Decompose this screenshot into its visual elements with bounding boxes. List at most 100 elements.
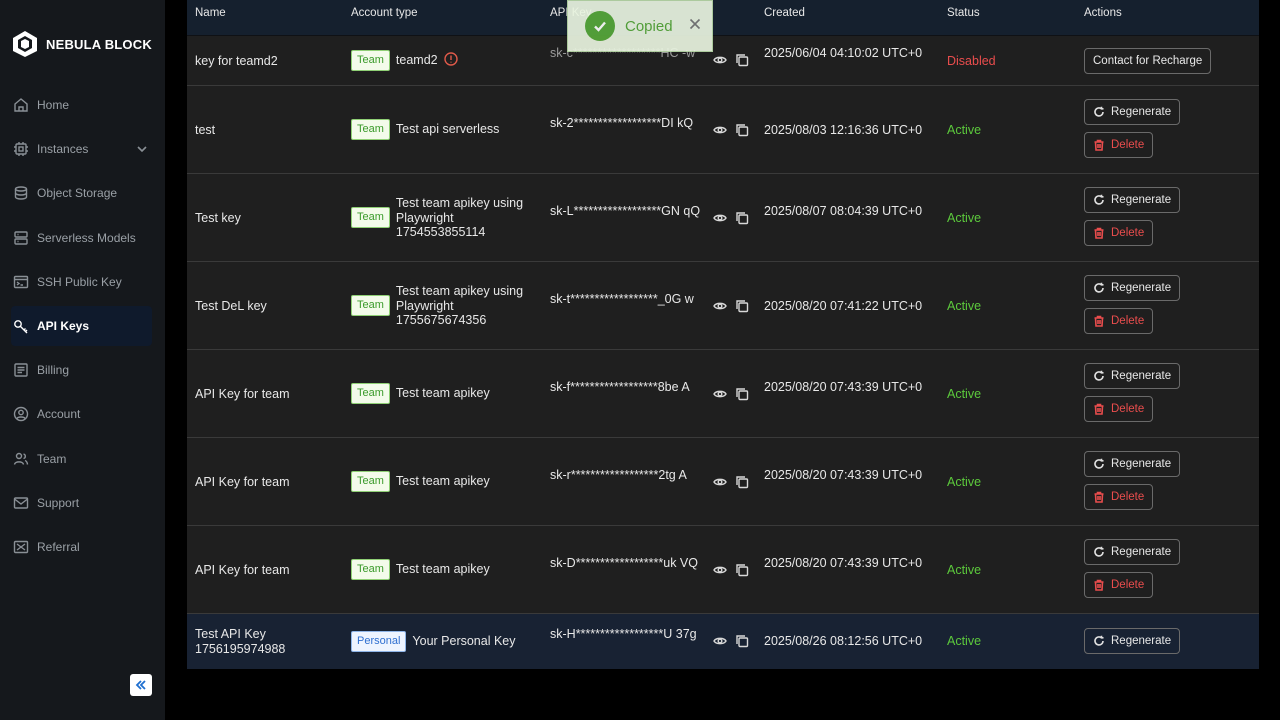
sidebar-item-account[interactable]: Account (11, 394, 152, 434)
close-icon[interactable] (689, 17, 701, 35)
status-badge: Active (947, 563, 982, 577)
delete-label: Delete (1111, 402, 1145, 415)
refresh-icon (1094, 458, 1104, 469)
table-row: test Team Test api serverless sk-2******… (187, 86, 1259, 174)
sidebar-item-label: Referral (37, 539, 80, 554)
row-actions: Regenerate Delete (1084, 451, 1181, 510)
created-date: 2025/08/07 08:04:39 UTC+0 (764, 204, 923, 218)
delete-button[interactable]: Delete (1084, 484, 1154, 510)
api-key-masked: sk-r******************2tg A (550, 468, 687, 482)
delete-button[interactable]: Delete (1084, 308, 1154, 334)
show-key-icon[interactable] (713, 53, 727, 72)
regenerate-button[interactable]: Regenerate (1084, 187, 1181, 213)
table-row: API Key for team Team Test team apikey s… (187, 526, 1259, 614)
created-date: 2025/06/04 04:10:02 UTC+0 (764, 46, 923, 60)
collapse-sidebar-button[interactable] (130, 674, 152, 696)
api-key-masked: sk-D******************uk VQ (550, 556, 698, 570)
key-icons (713, 211, 749, 230)
brand-logo[interactable]: NEBULA BLOCK (12, 30, 152, 58)
show-key-icon[interactable] (713, 387, 727, 406)
delete-button[interactable]: Delete (1084, 572, 1154, 598)
copy-icon[interactable] (735, 123, 749, 142)
table-row: API Key for team Team Test team apikey s… (187, 438, 1259, 526)
sidebar-item-object-storage[interactable]: Object Storage (11, 173, 152, 213)
show-key-icon[interactable] (713, 634, 727, 653)
regenerate-button[interactable]: Regenerate (1084, 451, 1181, 477)
sidebar-item-team[interactable]: Team (11, 439, 152, 479)
column-header-created[interactable]: Created (764, 7, 805, 19)
sidebar-item-api-keys[interactable]: API Keys (11, 305, 152, 346)
regenerate-button[interactable]: Regenerate (1084, 628, 1181, 654)
show-key-icon[interactable] (713, 123, 727, 142)
regenerate-label: Regenerate (1111, 369, 1172, 382)
account-type-label: Test team apikey using Playwright 175455… (395, 196, 524, 239)
server-icon (13, 230, 29, 246)
sidebar: NEBULA BLOCK Home Instances Object Stora… (0, 0, 165, 720)
account-type-label: Test team apikey (395, 562, 490, 577)
row-actions: Regenerate Delete (1084, 275, 1181, 334)
refresh-icon (1094, 282, 1104, 293)
delete-label: Delete (1111, 578, 1145, 591)
copy-icon[interactable] (735, 634, 749, 653)
key-icons (713, 563, 749, 582)
status-badge: Disabled (947, 54, 996, 68)
created-date: 2025/08/20 07:43:39 UTC+0 (764, 468, 923, 482)
show-key-icon[interactable] (713, 563, 727, 582)
column-header-status[interactable]: Status (947, 7, 980, 19)
contact-for-recharge-button[interactable]: Contact for Recharge (1084, 48, 1212, 74)
api-key-masked: sk-t******************_0G w (550, 292, 694, 306)
toast-message: Copied (625, 17, 673, 35)
account-type-cell: Team Test api serverless (351, 119, 531, 140)
row-actions: Regenerate Delete (1084, 99, 1181, 158)
status-badge: Active (947, 211, 982, 225)
chevron-down-icon[interactable] (136, 143, 148, 158)
column-header-name[interactable]: Name (195, 7, 226, 19)
copy-icon[interactable] (735, 387, 749, 406)
row-actions: Regenerate (1084, 628, 1181, 654)
status-badge: Active (947, 475, 982, 489)
refresh-icon (1094, 635, 1104, 646)
created-date: 2025/08/20 07:43:39 UTC+0 (764, 380, 923, 394)
nebula-logo-icon (13, 31, 37, 57)
copied-toast: Copied (567, 0, 713, 52)
key-icons (713, 53, 749, 72)
show-key-icon[interactable] (713, 211, 727, 230)
account-type-cell: Team Test team apikey using Playwright 1… (351, 196, 531, 240)
regenerate-button[interactable]: Regenerate (1084, 363, 1181, 389)
double-chevron-left-icon (135, 680, 146, 690)
copy-icon[interactable] (735, 563, 749, 582)
sidebar-item-support[interactable]: Support (11, 483, 152, 523)
delete-button[interactable]: Delete (1084, 396, 1154, 422)
sidebar-item-label: Home (37, 98, 70, 112)
delete-button[interactable]: Delete (1084, 132, 1154, 158)
copy-icon[interactable] (735, 299, 749, 318)
sidebar-item-instances[interactable]: Instances (11, 129, 152, 169)
show-key-icon[interactable] (713, 475, 727, 494)
sidebar-item-billing[interactable]: Billing (11, 350, 152, 390)
team-icon (13, 451, 29, 467)
account-icon (13, 406, 29, 422)
key-icons (713, 387, 749, 406)
key-icon (13, 318, 29, 334)
copy-icon[interactable] (735, 475, 749, 494)
regenerate-button[interactable]: Regenerate (1084, 275, 1181, 301)
table-header: Name Account type API Key Created Status… (187, 0, 1259, 36)
row-actions: Regenerate Delete (1084, 539, 1181, 598)
account-type-label: Test api serverless (395, 122, 500, 137)
sidebar-item-ssh-public-key[interactable]: SSH Public Key (11, 262, 152, 302)
copy-icon[interactable] (735, 211, 749, 230)
account-type-badge: Team (351, 471, 390, 492)
sidebar-item-serverless-models[interactable]: Serverless Models (11, 218, 152, 258)
row-actions: Contact for Recharge (1084, 48, 1212, 74)
table-row: Test API Key 1756195974988 Personal Your… (187, 614, 1259, 669)
delete-button[interactable]: Delete (1084, 220, 1154, 246)
copy-icon[interactable] (735, 53, 749, 72)
regenerate-button[interactable]: Regenerate (1084, 99, 1181, 125)
sidebar-item-referral[interactable]: Referral (11, 527, 152, 567)
sidebar-item-home[interactable]: Home (11, 85, 152, 125)
show-key-icon[interactable] (713, 299, 727, 318)
column-header-account-type[interactable]: Account type (351, 7, 417, 19)
warning-icon[interactable] (443, 52, 458, 70)
regenerate-button[interactable]: Regenerate (1084, 539, 1181, 565)
table-row: key for teamd2 Team teamd2 sk-c*********… (187, 36, 1259, 86)
